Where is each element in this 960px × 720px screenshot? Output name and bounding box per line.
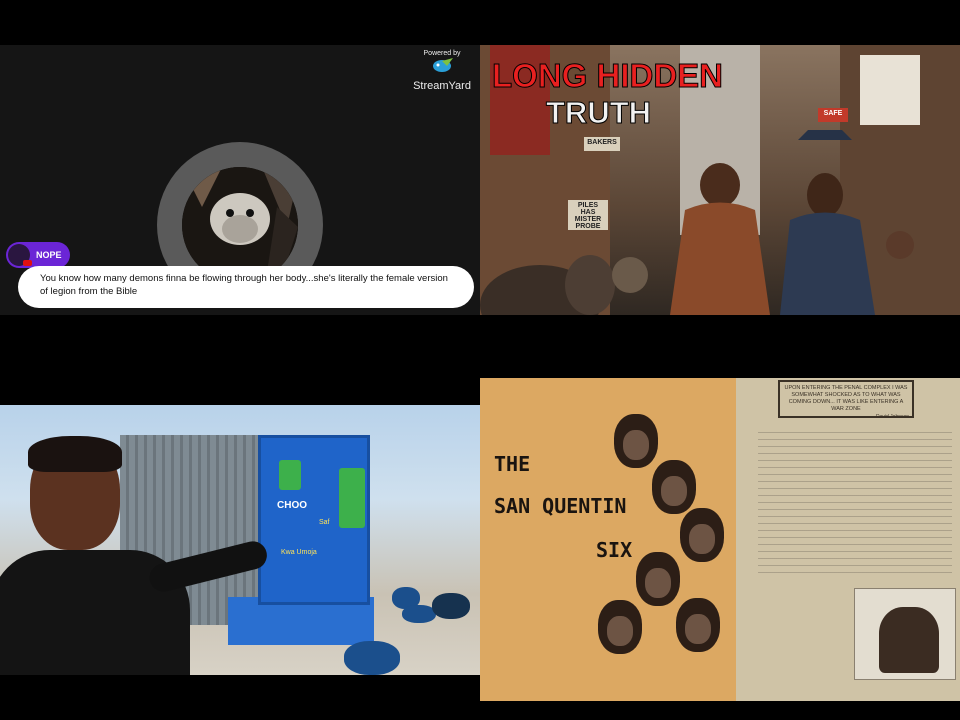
booth-text: Saf (319, 519, 330, 526)
booth-text: Kwa Umoja (281, 549, 317, 556)
commenter-name: NOPE (36, 250, 62, 260)
trash-bag (344, 641, 400, 675)
booth-name: CHOO (277, 500, 307, 511)
powered-by-label: Powered by (423, 50, 461, 57)
book-title-line-3: SIX (596, 538, 633, 562)
trash-bag (402, 605, 436, 623)
inset-portrait (879, 607, 939, 673)
fresh-life-banner (339, 468, 365, 528)
commenter-chip: NOPE (6, 242, 70, 268)
body-text-block (758, 428, 952, 578)
presenter-hair (28, 436, 122, 472)
book-title-line-1: THE (494, 452, 531, 476)
streamyard-bird-icon (433, 58, 453, 72)
pull-quote: UPON ENTERING THE PENAL COMPLEX I WAS SO… (778, 380, 914, 418)
sun-logo-icon (279, 460, 301, 490)
protest-placard: PILES HAS MISTER PROBE (568, 200, 608, 230)
presenter (0, 430, 270, 675)
comment-bubble: You know how many demons finna be flowin… (18, 266, 474, 308)
book-left-page: THE SAN QUENTIN SIX (480, 378, 736, 701)
street-sign: BAKERS (584, 137, 620, 151)
portrait-photo (636, 552, 680, 606)
quote-attribution: David Johnson (876, 414, 910, 420)
portrait-photo (614, 414, 658, 468)
street-scene-panel: BAKERS SAFE PILES HAS MISTER PROBE LONG … (480, 45, 960, 315)
commenter-avatar (8, 244, 32, 266)
book-right-page: UPON ENTERING THE PENAL COMPLEX I WAS SO… (736, 378, 960, 701)
book-title-line-2: SAN QUENTIN (494, 494, 627, 518)
toilet-booth-panel: CHOO Kwa Umoja Saf (0, 405, 480, 675)
inset-photo (854, 588, 956, 680)
portrait-photo (680, 508, 724, 562)
portrait-photo (676, 598, 720, 652)
toilet-booth: CHOO Kwa Umoja Saf (258, 435, 370, 605)
street-sign: SAFE (818, 108, 848, 122)
headline-line-2: TRUTH (545, 95, 652, 131)
streamyard-panel: Powered by StreamYard NOPE You know how … (0, 45, 480, 315)
portrait-photo (598, 600, 642, 654)
streamyard-logo: Powered by StreamYard (412, 50, 472, 92)
headline-line-1: LONG HIDDEN (492, 57, 724, 95)
streamyard-brand: StreamYard (413, 80, 471, 92)
book-panel: THE SAN QUENTIN SIX UPON ENTERING THE PE… (480, 378, 960, 701)
trash-bag (432, 593, 470, 619)
portrait-photo (652, 460, 696, 514)
